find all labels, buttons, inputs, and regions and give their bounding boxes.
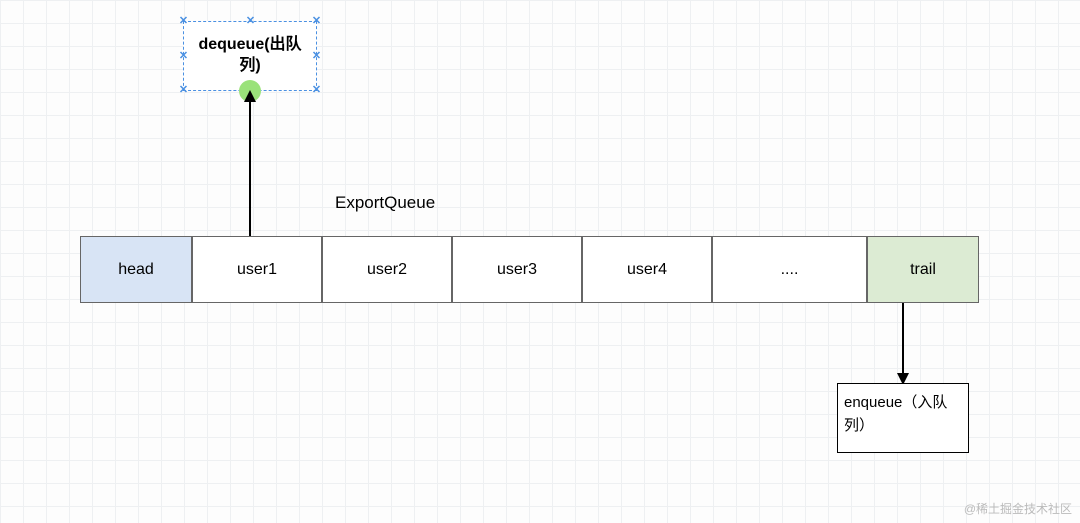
cell-dots: .... [712, 236, 867, 303]
handle-icon: ✕ [312, 52, 321, 61]
enqueue-label: enqueue（入队列） [844, 394, 947, 434]
cell-user1: user1 [192, 236, 322, 303]
arrow-dequeue-line [249, 100, 251, 236]
cell-trail: trail [867, 236, 979, 303]
queue-row: head user1 user2 user3 user4 .... trail [80, 236, 979, 303]
cell-user4: user4 [582, 236, 712, 303]
cell-user2-label: user2 [367, 261, 407, 279]
arrow-enqueue-line [902, 303, 904, 375]
arrow-dequeue-head-icon [244, 90, 256, 102]
handle-icon: ✕ [312, 86, 321, 95]
dequeue-label: dequeue(出队列) [188, 35, 312, 77]
cell-user3-label: user3 [497, 261, 537, 279]
queue-title: ExportQueue [335, 193, 435, 213]
cell-user3: user3 [452, 236, 582, 303]
cell-user1-label: user1 [237, 261, 277, 279]
handle-icon: ✕ [179, 17, 188, 26]
watermark: @稀土掘金技术社区 [964, 500, 1072, 517]
enqueue-box: enqueue（入队列） [837, 383, 969, 453]
cell-dots-label: .... [781, 261, 799, 279]
cell-head-label: head [118, 261, 154, 279]
handle-icon: ✕ [179, 52, 188, 61]
handle-icon: ✕ [312, 17, 321, 26]
handle-icon: ✕ [246, 17, 255, 26]
cell-user4-label: user4 [627, 261, 667, 279]
cell-user2: user2 [322, 236, 452, 303]
handle-icon: ✕ [179, 86, 188, 95]
cell-head: head [80, 236, 192, 303]
cell-trail-label: trail [910, 261, 936, 279]
